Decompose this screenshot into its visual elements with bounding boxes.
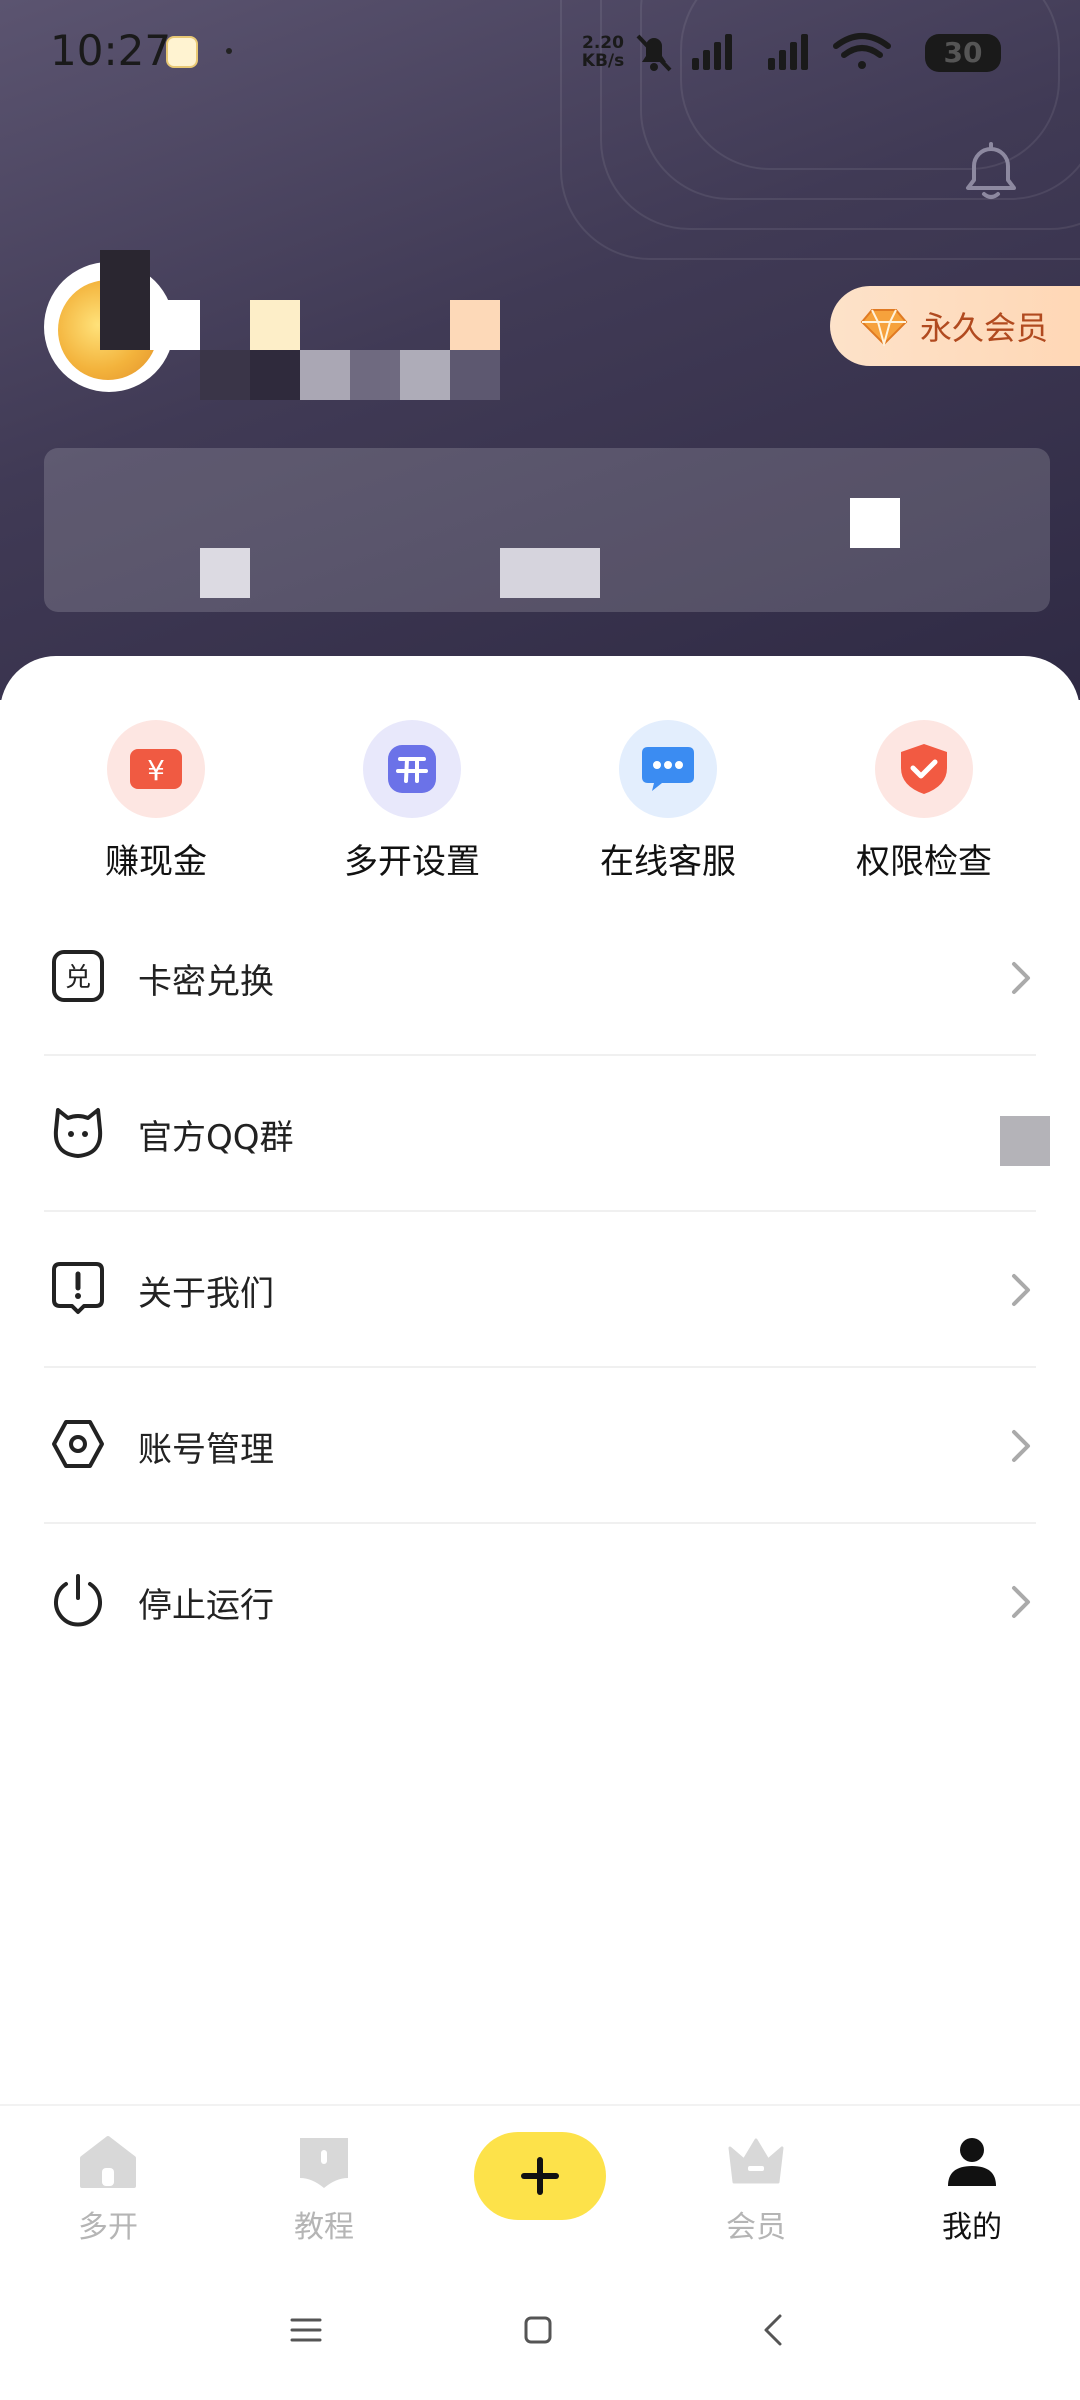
chevron-right-icon: [1012, 1430, 1030, 1462]
account-info-card: [44, 448, 1050, 612]
open-icon: [388, 745, 436, 793]
more-notifications-dot: [226, 48, 232, 54]
redeem-icon: 兑: [52, 950, 104, 1002]
crown-icon: [728, 2138, 784, 2184]
status-time: 10:27: [50, 26, 172, 75]
user-icon: [948, 2138, 996, 2186]
system-navigation-bar: [0, 2280, 1080, 2380]
quick-action-multi-open-settings[interactable]: 多开设置: [312, 720, 512, 883]
plus-icon: [521, 2157, 559, 2195]
bottom-navigation: 多开 教程 会员 我的: [0, 2104, 1080, 2254]
battery-indicator: 30: [925, 34, 1001, 72]
network-speed: 2.20 KB/s: [578, 34, 628, 70]
nav-tab-membership[interactable]: 会员: [696, 2134, 816, 2246]
chevron-right-icon: [1012, 1274, 1030, 1306]
svg-text:兑: 兑: [65, 963, 91, 993]
quick-action-earn-cash[interactable]: ¥ 赚现金: [56, 720, 256, 883]
app-notification-icon: [166, 36, 198, 68]
menu-item-label: 账号管理: [138, 1430, 274, 1470]
vip-badge-label: 永久会员: [920, 309, 1049, 347]
shield-icon: [901, 744, 947, 794]
add-button[interactable]: [474, 2132, 606, 2220]
redacted-value: [1000, 1116, 1050, 1166]
mute-bell-icon: [636, 34, 672, 72]
menu-item-qq-group[interactable]: 官方QQ群: [0, 1056, 1080, 1212]
nav-tab-multi-open[interactable]: 多开: [48, 2134, 168, 2246]
quick-action-circle: [363, 720, 461, 818]
vip-badge[interactable]: 永久会员: [830, 286, 1080, 366]
wifi-icon: [833, 33, 891, 69]
quick-action-label: 多开设置: [344, 842, 480, 882]
diamond-icon: [860, 309, 908, 346]
nav-tab-tutorial[interactable]: 教程: [264, 2134, 384, 2246]
back-icon[interactable]: [754, 2310, 794, 2350]
nav-tab-me[interactable]: 我的: [912, 2134, 1032, 2246]
quick-action-label: 赚现金: [105, 842, 207, 882]
chevron-right-icon: [1012, 1586, 1030, 1618]
chat-icon: [642, 747, 694, 791]
quick-action-label: 在线客服: [600, 842, 736, 882]
svg-text:¥: ¥: [147, 754, 165, 787]
qq-icon: [53, 1108, 103, 1158]
info-icon: [52, 1262, 104, 1314]
menu-item-label: 关于我们: [138, 1274, 274, 1314]
power-icon: [54, 1574, 102, 1627]
quick-action-circle: [619, 720, 717, 818]
menu-icon[interactable]: [286, 2310, 326, 2350]
settings-menu: 兑 卡密兑换 官方QQ群 关于我们 账号管理 停止运行: [0, 900, 1080, 1680]
home-icon: [80, 2136, 136, 2188]
menu-item-account-management[interactable]: 账号管理: [0, 1368, 1080, 1524]
quick-action-permission-check[interactable]: 权限检查: [824, 720, 1024, 883]
quick-action-circle: [875, 720, 973, 818]
nav-tab-label: 我的: [942, 2210, 1002, 2245]
status-bar: 10:27 2.20 KB/s 30: [0, 0, 1080, 100]
network-speed-value: 2.20: [582, 33, 624, 53]
yuan-icon: ¥: [130, 749, 182, 789]
nav-tab-label: 教程: [294, 2210, 354, 2245]
menu-item-stop-running[interactable]: 停止运行: [0, 1524, 1080, 1680]
menu-item-label: 停止运行: [138, 1586, 274, 1626]
home-square-icon[interactable]: [518, 2310, 558, 2350]
chevron-right-icon: [1012, 962, 1030, 994]
menu-item-label: 卡密兑换: [138, 962, 274, 1002]
menu-item-about-us[interactable]: 关于我们: [0, 1212, 1080, 1368]
quick-actions: ¥ 赚现金 多开设置 在线客服 权限检查: [0, 720, 1080, 883]
notification-bell-icon[interactable]: [956, 138, 1026, 208]
signal-icon: [692, 34, 732, 70]
menu-item-card-redeem[interactable]: 兑 卡密兑换: [0, 900, 1080, 1056]
menu-item-label: 官方QQ群: [138, 1118, 294, 1158]
network-speed-unit: KB/s: [581, 51, 625, 71]
quick-action-circle: ¥: [107, 720, 205, 818]
book-icon: [300, 2138, 348, 2188]
nav-tab-label: 多开: [78, 2210, 138, 2245]
quick-action-online-support[interactable]: 在线客服: [568, 720, 768, 883]
quick-action-label: 权限检查: [856, 842, 992, 882]
nav-tab-label: 会员: [726, 2210, 786, 2245]
signal-icon-2: [768, 34, 808, 70]
hexagon-icon: [52, 1420, 104, 1468]
